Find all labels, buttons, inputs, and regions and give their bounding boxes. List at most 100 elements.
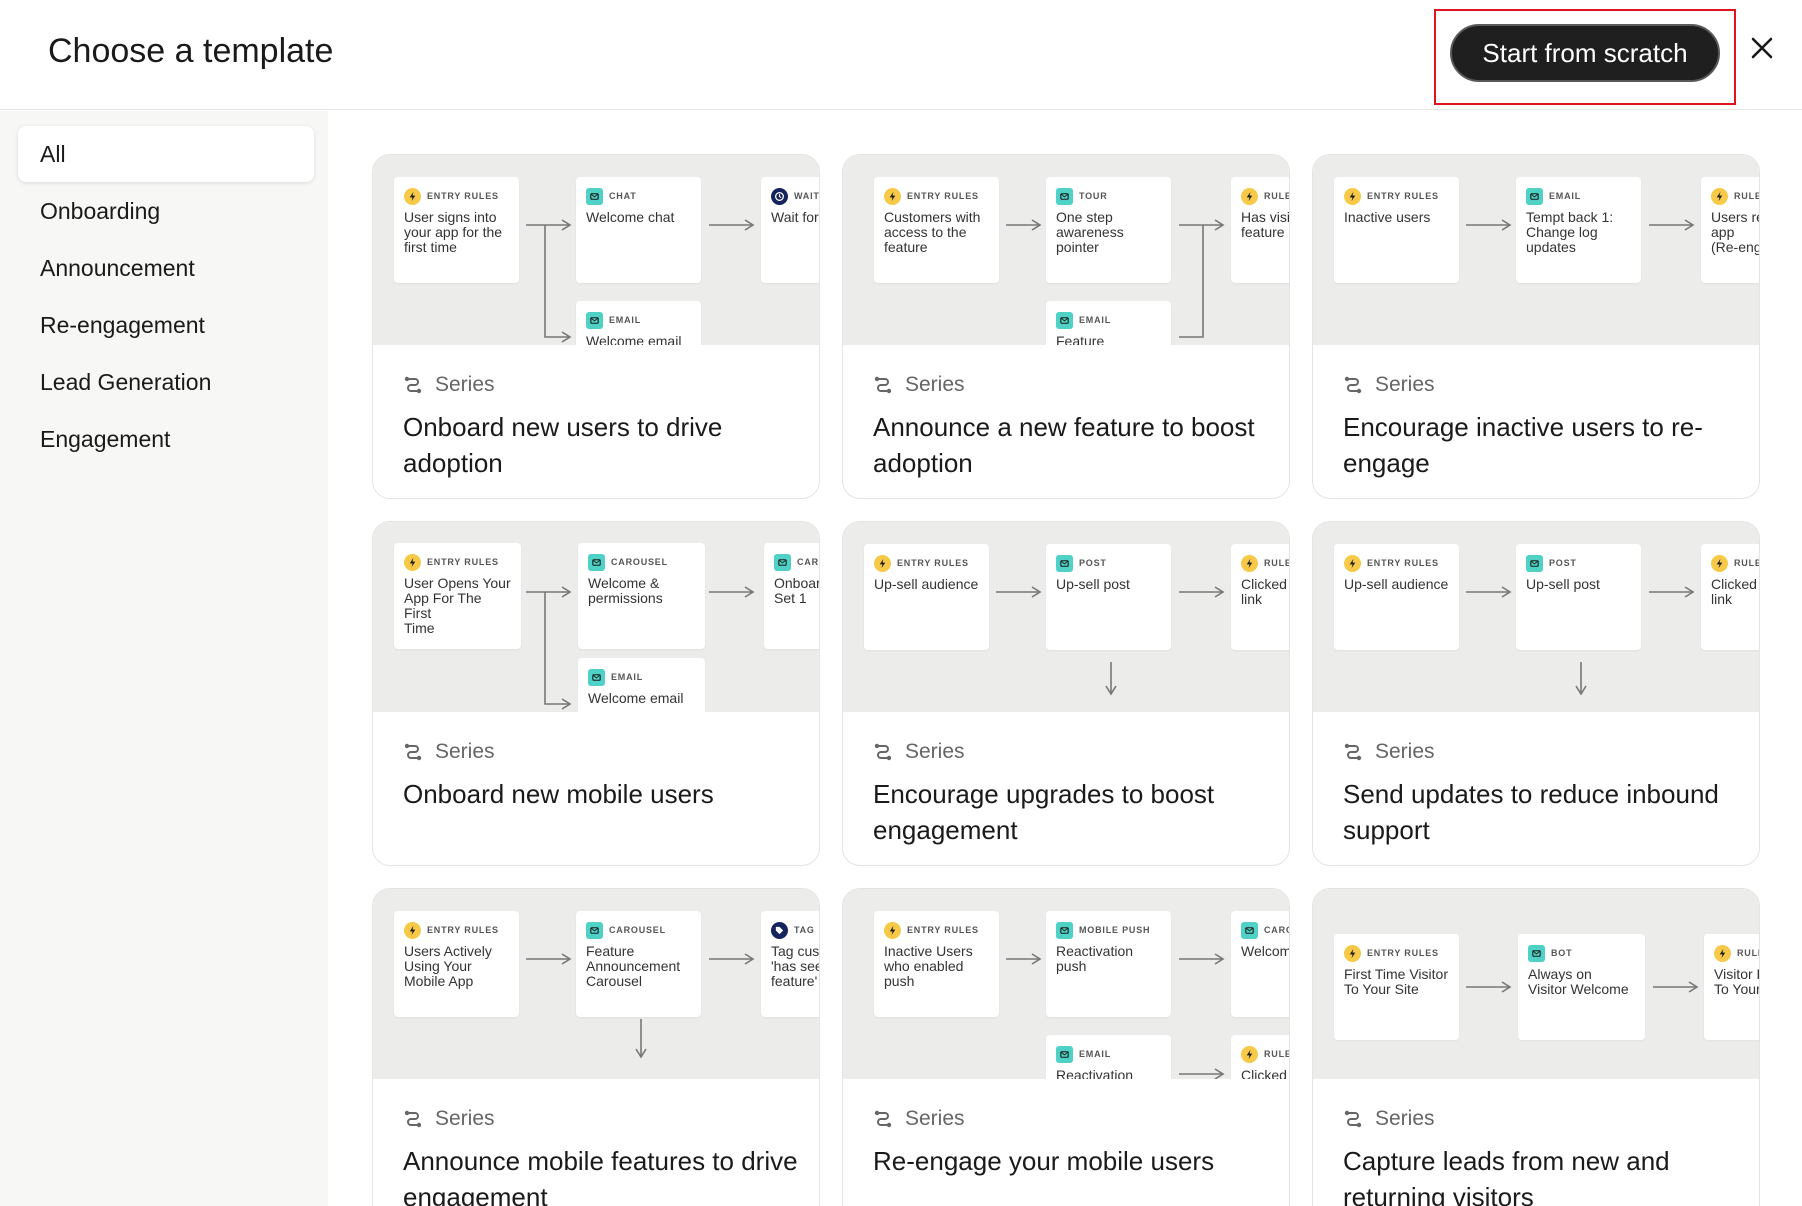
- flow-node: RULE Clicked link: [1701, 544, 1759, 650]
- sidebar-item-announcement[interactable]: Announcement: [18, 240, 314, 296]
- sidebar-item-re-engagement[interactable]: Re-engagement: [18, 297, 314, 353]
- node-type-label: RULE: [1264, 558, 1290, 568]
- lightning-icon: [404, 921, 421, 939]
- start-from-scratch-button[interactable]: Start from scratch: [1450, 24, 1720, 82]
- node-description: Up-sell audience: [1344, 576, 1449, 592]
- lightning-icon: [884, 921, 901, 939]
- node-description: Up-sell audience: [874, 576, 979, 592]
- lightning-icon: [1241, 1045, 1258, 1063]
- lightning-icon: [1344, 187, 1361, 205]
- node-description: User signs into your app for the first t…: [404, 209, 503, 255]
- template-card[interactable]: ENTRY RULES Up-sell audience POST Up-sel…: [842, 521, 1290, 866]
- flow-node: EMAIL Tempt back 1: Change log updates: [1516, 177, 1641, 283]
- card-type-label: Series: [435, 740, 495, 763]
- template-card[interactable]: ENTRY RULES Inactive Users who enabled p…: [842, 888, 1290, 1206]
- card-title: Onboard new users to drive adoption: [403, 412, 723, 478]
- flow-node: ENTRY RULES User signs into your app for…: [394, 177, 519, 283]
- template-preview: ENTRY RULES Inactive Users who enabled p…: [843, 889, 1289, 1079]
- node-type-label: ENTRY RULES: [897, 558, 969, 568]
- flow-node: RULE Clicked link: [1231, 544, 1290, 650]
- node-description: Users re app (Re-eng: [1711, 209, 1760, 255]
- card-type: Series: [403, 373, 495, 397]
- card-type: Series: [1343, 740, 1435, 764]
- node-type-label: TAG: [794, 925, 815, 935]
- node-type-label: RULE: [1734, 191, 1760, 201]
- card-type-label: Series: [905, 373, 965, 396]
- template-card[interactable]: ENTRY RULES User Opens Your App For The …: [372, 521, 820, 866]
- template-card[interactable]: ENTRY RULES Users Actively Using Your Mo…: [372, 888, 820, 1206]
- node-description: Up-sell post: [1056, 576, 1130, 592]
- lightning-icon: [1344, 944, 1361, 962]
- template-card[interactable]: ENTRY RULES Inactive users EMAIL Tempt b…: [1312, 154, 1760, 499]
- node-description: Welcome & permissions: [588, 575, 663, 606]
- template-preview: ENTRY RULES Inactive users EMAIL Tempt b…: [1313, 155, 1760, 345]
- email-icon: [1526, 187, 1543, 205]
- node-description: Welcome chat: [586, 209, 675, 225]
- template-card[interactable]: ENTRY RULES Up-sell audience POST Up-sel…: [1312, 521, 1760, 866]
- node-type-label: ENTRY RULES: [907, 191, 979, 201]
- node-type-label: ENTRY RULES: [427, 557, 499, 567]
- flow-node: CAROUSEL Feature Announcement Carousel: [576, 911, 701, 1017]
- node-description: Tag cus 'has see feature': [771, 943, 820, 989]
- card-type-label: Series: [1375, 1107, 1435, 1130]
- node-type-label: TOUR: [1079, 191, 1108, 201]
- series-icon: [404, 1110, 422, 1128]
- card-type: Series: [403, 1107, 495, 1131]
- flow-node: TOUR One step awareness pointer: [1046, 177, 1171, 283]
- card-type-label: Series: [1375, 740, 1435, 763]
- card-type-label: Series: [905, 740, 965, 763]
- node-type-label: MOBILE PUSH: [1079, 925, 1151, 935]
- node-description: Tempt back 1: Change log updates: [1526, 209, 1614, 255]
- card-title: Send updates to reduce inbound support: [1343, 779, 1719, 845]
- node-description: Wait for: [771, 209, 819, 225]
- template-card[interactable]: ENTRY RULES First Time Visitor To Your S…: [1312, 888, 1760, 1206]
- flow-node: WAIT Wait for: [761, 177, 819, 283]
- node-description: Users Actively Using Your Mobile App: [404, 943, 492, 989]
- tag-icon: [771, 921, 788, 939]
- sidebar-item-engagement[interactable]: Engagement: [18, 411, 314, 467]
- sidebar-item-all[interactable]: All: [18, 126, 314, 182]
- node-type-label: ENTRY RULES: [1367, 948, 1439, 958]
- card-title: Encourage upgrades to boost engagement: [873, 779, 1215, 845]
- template-card[interactable]: ENTRY RULES Customers with access to the…: [842, 154, 1290, 499]
- sidebar-item-onboarding[interactable]: Onboarding: [18, 183, 314, 239]
- node-description: Welcome email: [586, 333, 682, 346]
- lightning-icon: [404, 187, 421, 205]
- template-preview: ENTRY RULES Users Actively Using Your Mo…: [373, 889, 820, 1079]
- card-type: Series: [873, 373, 965, 397]
- flow-node: ENTRY RULES Users Actively Using Your Mo…: [394, 911, 519, 1017]
- flow-node: RULE Users re app (Re-eng: [1701, 177, 1760, 283]
- node-description: One step awareness pointer: [1056, 209, 1124, 255]
- carousel-icon: [774, 553, 791, 571]
- template-card[interactable]: ENTRY RULES User signs into your app for…: [372, 154, 820, 499]
- node-description: Reactivation: [1056, 1067, 1134, 1080]
- card-title: Re-engage your mobile users: [873, 1146, 1215, 1176]
- close-button[interactable]: [1744, 30, 1780, 66]
- series-icon: [874, 1110, 892, 1128]
- bot-icon: [1528, 944, 1545, 962]
- flow-node: EMAIL Welcome email: [578, 658, 705, 712]
- card-type: Series: [873, 740, 965, 764]
- node-type-label: POST: [1079, 558, 1107, 568]
- node-description: Inactive Users who enabled push: [884, 943, 973, 989]
- node-description: Customers with access to the feature: [884, 209, 981, 255]
- node-description: Inactive users: [1344, 209, 1431, 225]
- flow-node: ENTRY RULES First Time Visitor To Your S…: [1334, 934, 1459, 1040]
- lightning-icon: [1344, 554, 1361, 572]
- flow-node: EMAIL Reactivation: [1046, 1035, 1171, 1079]
- flow-node: POST Up-sell post: [1046, 544, 1171, 650]
- card-type-label: Series: [1375, 373, 1435, 396]
- category-sidebar: All Onboarding Announcement Re-engagemen…: [0, 111, 328, 1206]
- node-type-label: CAROUSEL: [611, 557, 668, 567]
- flow-node: CHAT Welcome chat: [576, 177, 701, 283]
- mobile-icon: [1056, 921, 1073, 939]
- close-icon: [1751, 37, 1773, 59]
- lightning-icon: [1241, 554, 1258, 572]
- template-preview: ENTRY RULES Customers with access to the…: [843, 155, 1289, 345]
- template-preview: ENTRY RULES Up-sell audience POST Up-sel…: [843, 522, 1290, 712]
- flow-node: EMAIL Feature: [1046, 301, 1171, 345]
- template-preview: ENTRY RULES User Opens Your App For The …: [373, 522, 819, 712]
- sidebar-item-lead-generation[interactable]: Lead Generation: [18, 354, 314, 410]
- node-type-label: ENTRY RULES: [427, 925, 499, 935]
- flow-node: CAR Onboar Set 1: [764, 543, 819, 649]
